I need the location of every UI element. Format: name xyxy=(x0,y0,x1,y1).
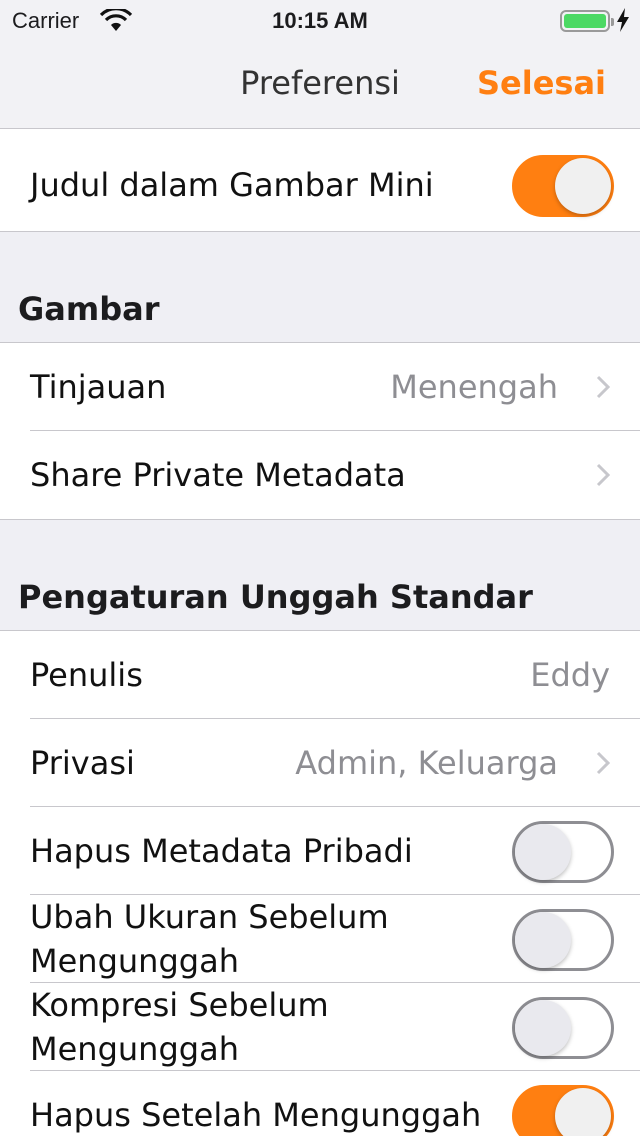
row-penulis[interactable]: Penulis Eddy xyxy=(30,631,640,719)
row-label: Kompresi Sebelum Mengunggah xyxy=(30,986,329,1068)
row-value: Admin, Keluarga xyxy=(295,744,558,782)
navigation-bar: Preferensi Selesai xyxy=(0,40,640,129)
row-label: Penulis xyxy=(30,656,143,694)
section-title: Pengaturan Unggah Standar xyxy=(18,578,533,616)
row-label: Hapus Metadata Pribadi xyxy=(30,832,413,870)
preferences-screen: Carrier 10:15 AM Preferensi Selesai Judu… xyxy=(0,0,640,1136)
row-label: Ubah Ukuran Sebelum Mengunggah xyxy=(30,898,389,980)
upload-group: Penulis Eddy Privasi Admin, Keluarga Hap… xyxy=(0,630,640,1136)
chevron-right-icon xyxy=(596,751,610,775)
section-header-upload: Pengaturan Unggah Standar xyxy=(0,520,640,630)
row-value: Eddy xyxy=(530,656,610,694)
done-button[interactable]: Selesai xyxy=(477,64,606,102)
battery-icon xyxy=(560,10,614,32)
chevron-right-icon xyxy=(596,463,610,487)
row-hapus-metadata-pribadi: Hapus Metadata Pribadi xyxy=(30,807,640,895)
thumbnail-title-switch[interactable] xyxy=(512,155,614,217)
charging-bolt-icon xyxy=(617,8,629,32)
row-kompresi: Kompresi Sebelum Mengunggah xyxy=(30,983,640,1071)
row-tinjauan[interactable]: Tinjauan Menengah xyxy=(30,343,640,431)
status-time: 10:15 AM xyxy=(272,8,368,33)
row-privasi[interactable]: Privasi Admin, Keluarga xyxy=(30,719,640,807)
thumbnail-group: Judul dalam Gambar Mini xyxy=(0,129,640,232)
row-label: Share Private Metadata xyxy=(30,456,406,494)
row-value: Menengah xyxy=(390,368,558,406)
chevron-right-icon xyxy=(596,375,610,399)
row-share-private-metadata[interactable]: Share Private Metadata xyxy=(30,431,640,519)
settings-table[interactable]: Judul dalam Gambar Mini Gambar Tinjauan … xyxy=(0,129,640,1136)
row-label: Judul dalam Gambar Mini xyxy=(30,166,434,204)
status-bar: Carrier 10:15 AM xyxy=(0,0,640,40)
toggle-row-thumbnail-title: Judul dalam Gambar Mini xyxy=(30,141,640,231)
row-hapus-setelah: Hapus Setelah Mengunggah xyxy=(30,1071,640,1136)
remove-private-metadata-switch[interactable] xyxy=(512,821,614,883)
section-title: Gambar xyxy=(18,290,160,328)
delete-after-upload-switch[interactable] xyxy=(512,1085,614,1136)
resize-before-upload-switch[interactable] xyxy=(512,909,614,971)
section-header-gambar: Gambar xyxy=(0,232,640,342)
gambar-group: Tinjauan Menengah Share Private Metadata xyxy=(0,342,640,520)
compress-before-upload-switch[interactable] xyxy=(512,997,614,1059)
row-ubah-ukuran: Ubah Ukuran Sebelum Mengunggah xyxy=(30,895,640,983)
row-label: Hapus Setelah Mengunggah xyxy=(30,1096,482,1134)
